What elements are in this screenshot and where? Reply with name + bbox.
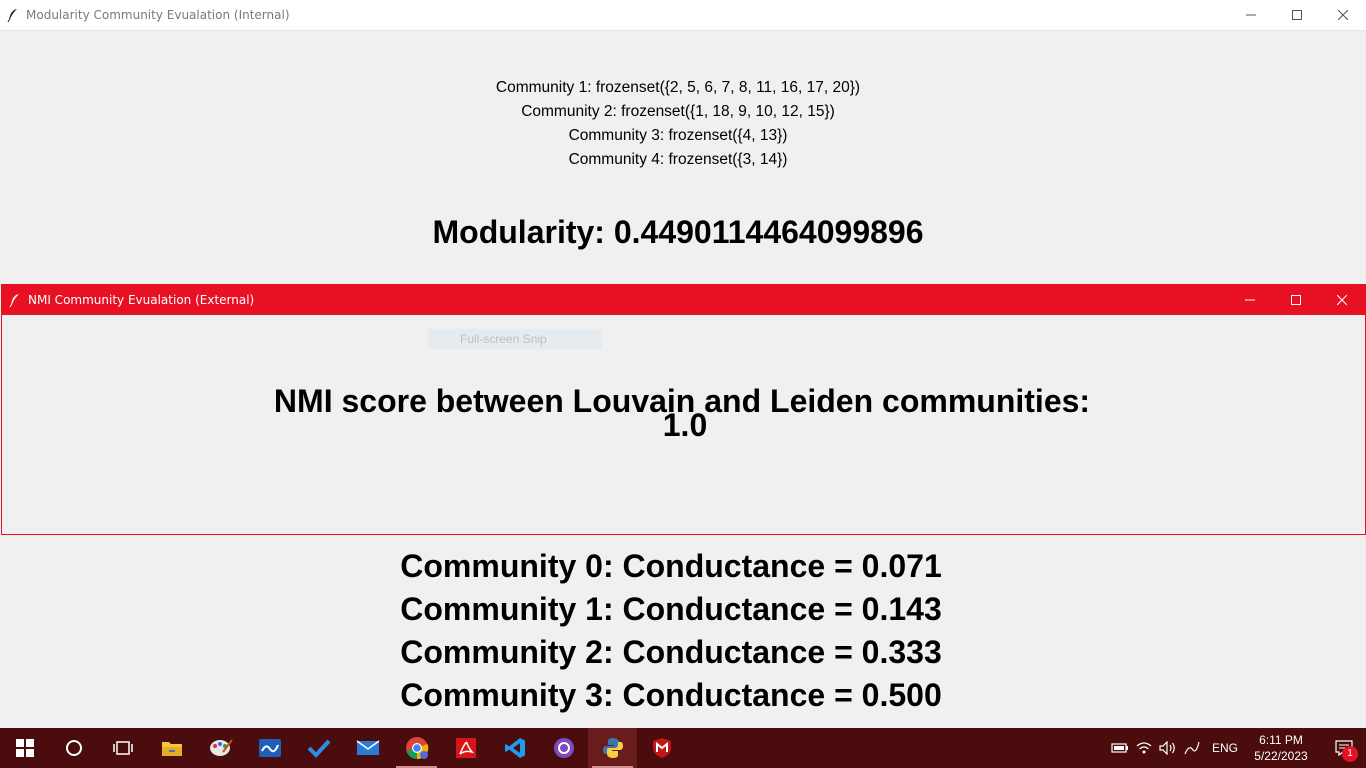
- close-icon: [1337, 294, 1347, 305]
- nmi-window-titlebar[interactable]: NMI Community Evualation (External): [2, 284, 1365, 315]
- community-item: Community 4: frozenset({3, 14}): [568, 151, 788, 168]
- feather-icon: [6, 8, 20, 22]
- start-button[interactable]: [0, 728, 49, 768]
- chrome-icon: [405, 737, 428, 760]
- minimize-icon: [1246, 14, 1256, 16]
- battery-icon[interactable]: [1108, 728, 1132, 768]
- cortana-icon: [65, 740, 82, 756]
- taskbar-app-mcafee[interactable]: [637, 728, 686, 768]
- pen-icon[interactable]: [1180, 728, 1204, 768]
- maximize-button[interactable]: [1274, 0, 1320, 30]
- conductance-item: Community 1: Conductance = 0.143: [400, 591, 942, 627]
- taskbar-app-chrome[interactable]: [392, 728, 441, 768]
- python-icon: [602, 738, 623, 758]
- whiteboard-icon: [258, 739, 281, 757]
- cortana-search-button[interactable]: [49, 728, 98, 768]
- github-icon: [553, 738, 574, 758]
- wifi-icon[interactable]: [1132, 728, 1156, 768]
- windows-icon: [15, 739, 34, 757]
- task-view-button[interactable]: [98, 728, 147, 768]
- modularity-score: Modularity: 0.4490114464099896: [432, 214, 924, 250]
- vscode-icon: [504, 738, 525, 758]
- conductance-list: Community 0: Conductance = 0.071 Communi…: [0, 545, 1342, 717]
- clock-time: 6:11 PM: [1259, 733, 1303, 747]
- minimize-button[interactable]: [1227, 284, 1273, 315]
- minimize-icon: [1245, 299, 1255, 300]
- community-item: Community 2: frozenset({1, 18, 9, 10, 12…: [521, 103, 835, 120]
- close-icon: [1338, 10, 1348, 20]
- taskbar-app-file-explorer[interactable]: [147, 728, 196, 768]
- clock-date: 5/22/2023: [1254, 749, 1308, 763]
- conductance-item: Community 2: Conductance = 0.333: [400, 634, 942, 670]
- community-item: Community 1: frozenset({2, 5, 6, 7, 8, 1…: [495, 79, 861, 96]
- system-tray: ENG 6:11 PM 5/22/2023 1: [1108, 728, 1366, 768]
- close-button[interactable]: [1320, 0, 1366, 30]
- nmi-window: NMI Community Evualation (External) Full…: [1, 284, 1366, 535]
- action-center-button[interactable]: 1: [1322, 728, 1366, 768]
- modularity-window-titlebar[interactable]: Modularity Community Evualation (Interna…: [0, 0, 1366, 31]
- volume-icon[interactable]: [1156, 728, 1180, 768]
- language-indicator[interactable]: ENG: [1212, 741, 1238, 755]
- close-button[interactable]: [1319, 284, 1365, 315]
- conductance-item: Community 3: Conductance = 0.500: [400, 677, 942, 713]
- paint-palette-icon: [209, 739, 233, 756]
- acrobat-icon: [455, 738, 476, 758]
- task-view-icon: [112, 741, 133, 755]
- minimize-button[interactable]: [1228, 0, 1274, 30]
- taskbar-app-paint[interactable]: [196, 728, 245, 768]
- nmi-value: 1.0: [662, 407, 708, 443]
- taskbar: ENG 6:11 PM 5/22/2023 1: [0, 728, 1366, 768]
- taskbar-app-vscode[interactable]: [490, 728, 539, 768]
- taskbar-app-python[interactable]: [588, 728, 637, 768]
- clock[interactable]: 6:11 PM 5/22/2023: [1248, 732, 1314, 764]
- desktop: Modularity Community Evualation (Interna…: [0, 0, 1366, 768]
- feather-icon: [8, 293, 22, 307]
- mcafee-shield-icon: [652, 738, 671, 758]
- taskbar-app-todo[interactable]: [294, 728, 343, 768]
- window-title: Modularity Community Evualation (Interna…: [26, 8, 290, 22]
- folder-icon: [161, 742, 182, 756]
- maximize-icon: [1292, 10, 1302, 20]
- taskbar-app-github-desktop[interactable]: [539, 728, 588, 768]
- maximize-icon: [1291, 294, 1301, 305]
- community-item: Community 3: frozenset({4, 13}): [568, 127, 788, 144]
- taskbar-app-acrobat[interactable]: [441, 728, 490, 768]
- taskbar-app-mail[interactable]: [343, 728, 392, 768]
- checkmark-icon: [307, 739, 330, 758]
- taskbar-app-whiteboard[interactable]: [245, 728, 294, 768]
- notification-badge: 1: [1342, 746, 1358, 762]
- conductance-item: Community 0: Conductance = 0.071: [400, 548, 942, 584]
- maximize-button[interactable]: [1273, 284, 1319, 315]
- mail-icon: [356, 740, 379, 755]
- window-title: NMI Community Evualation (External): [28, 292, 255, 307]
- community-list: Community 1: frozenset({2, 5, 6, 7, 8, 1…: [0, 76, 1356, 172]
- snip-tooltip: Full-screen Snip: [428, 329, 602, 349]
